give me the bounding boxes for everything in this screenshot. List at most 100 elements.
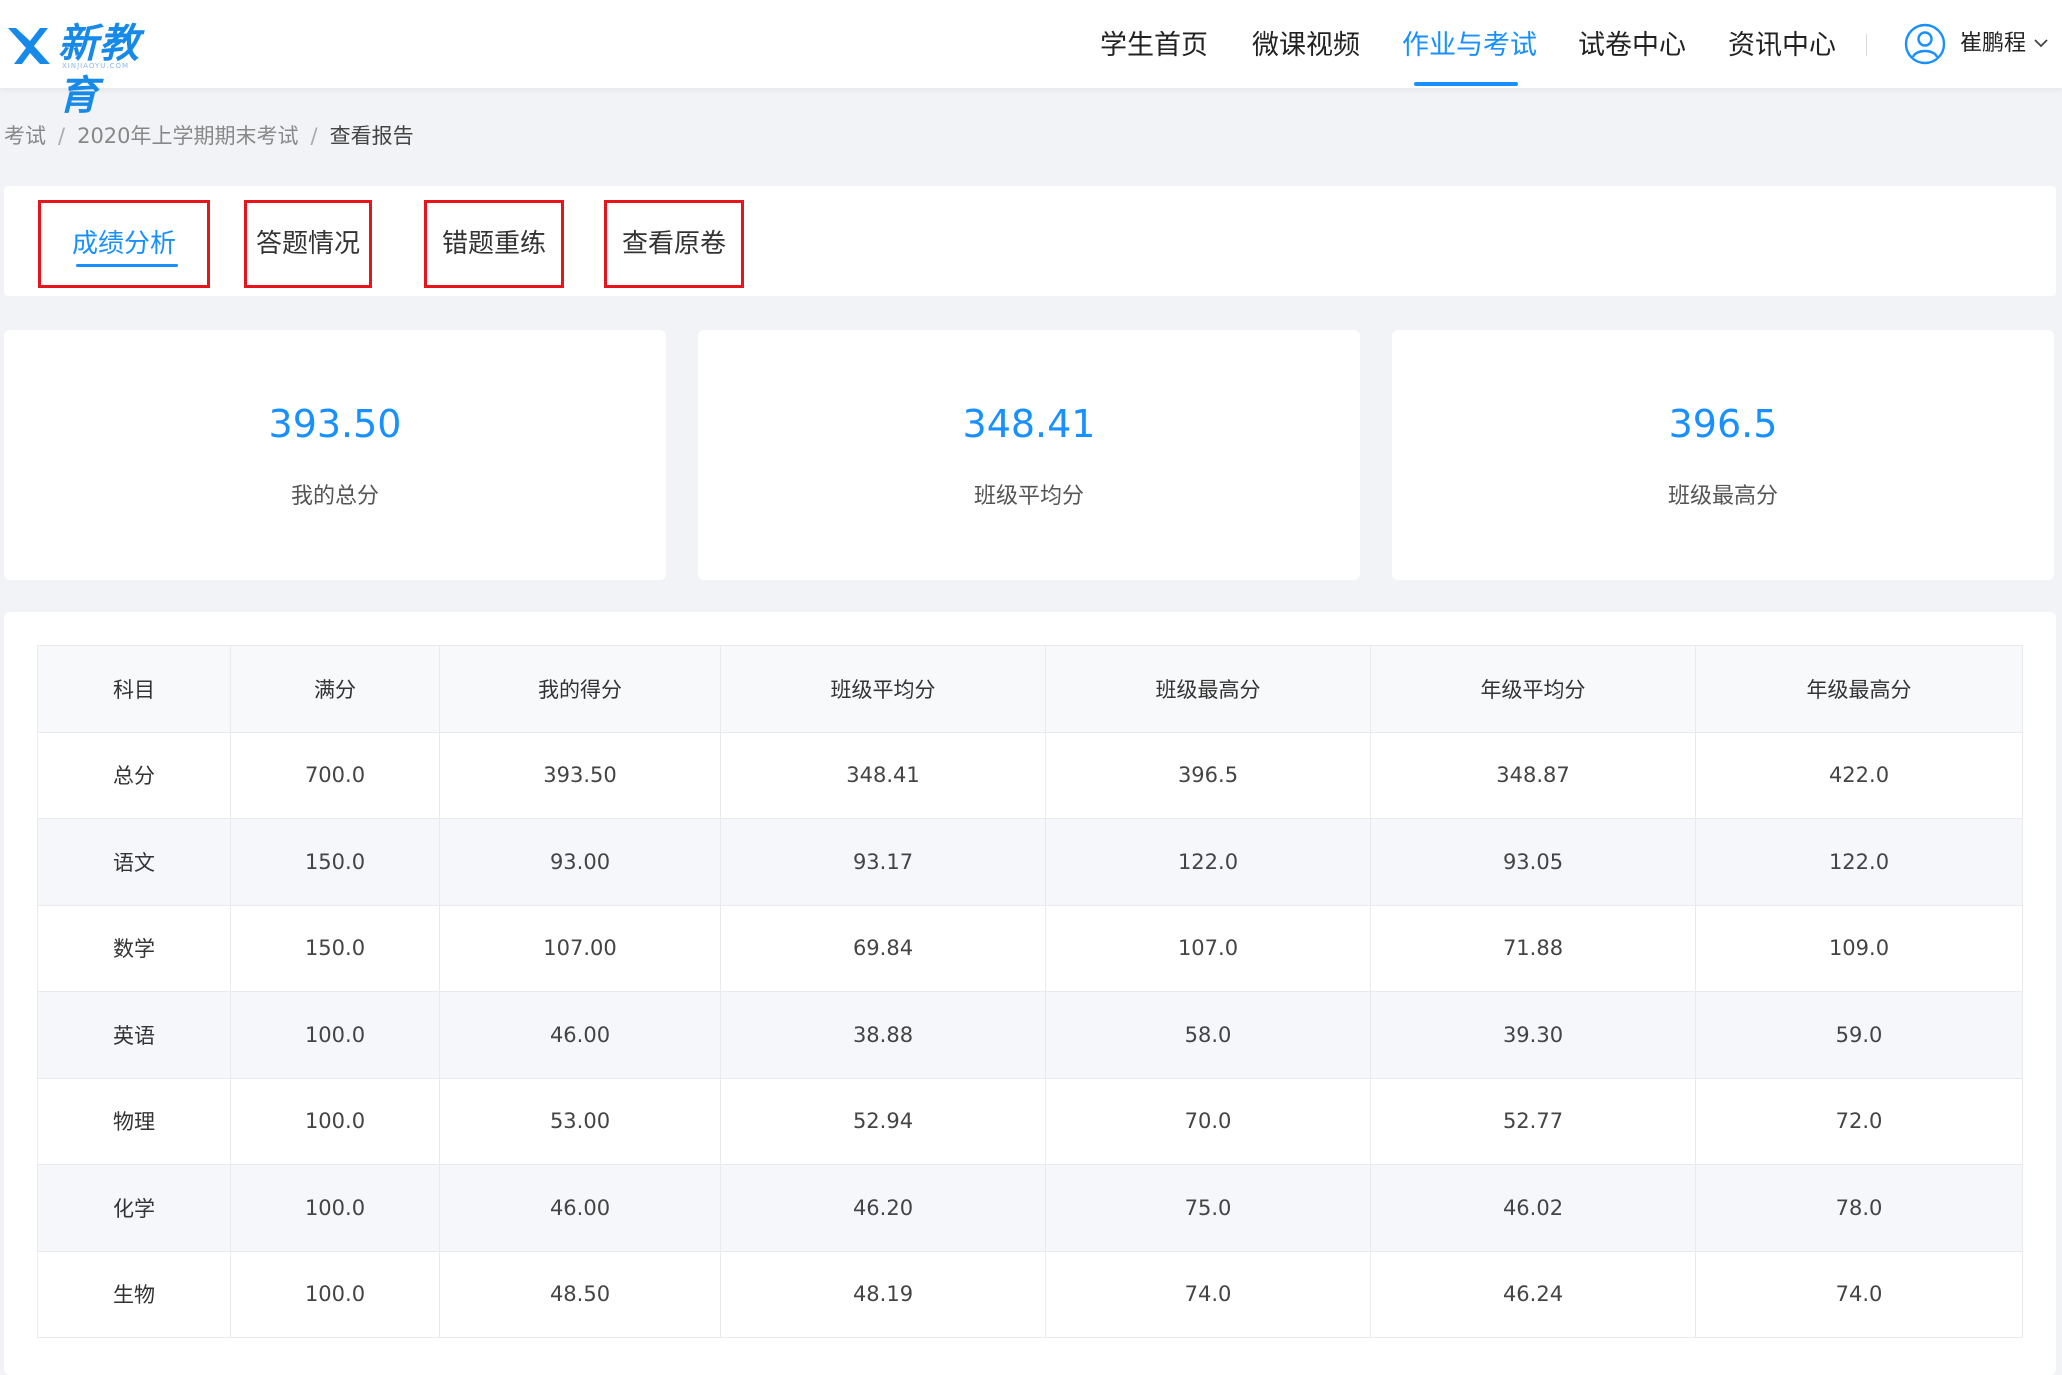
table-row: 总分 700.0 393.50 348.41 396.5 348.87 422.0 xyxy=(37,731,2023,819)
score-cell: 75.0 xyxy=(1045,1164,1371,1252)
nav-divider xyxy=(1866,34,1867,56)
table-body: 总分 700.0 393.50 348.41 396.5 348.87 422.0 语文 150… xyxy=(37,731,2023,1338)
stat-card-class-average: 348.41 班级平均分 xyxy=(698,330,1360,580)
nav-active-indicator xyxy=(1414,82,1518,86)
stat-value: 393.50 xyxy=(268,402,402,446)
tab-view-paper[interactable]: 查看原卷 xyxy=(604,200,744,288)
score-cell: 52.94 xyxy=(720,1077,1046,1165)
score-cell: 38.88 xyxy=(720,991,1046,1079)
score-cell: 107.0 xyxy=(1045,904,1371,992)
column-header: 科目 xyxy=(37,645,231,733)
stat-card-my-total: 393.50 我的总分 xyxy=(4,330,666,580)
score-cell: 70.0 xyxy=(1045,1077,1371,1165)
score-cell: 109.0 xyxy=(1695,904,2023,992)
score-cell: 93.05 xyxy=(1370,818,1696,906)
score-cell: 348.41 xyxy=(720,731,1046,819)
nav-homework-exam[interactable]: 作业与考试 xyxy=(1402,0,1537,88)
score-cell: 78.0 xyxy=(1695,1164,2023,1252)
tab-label: 查看原卷 xyxy=(621,229,726,259)
logo-mark-icon xyxy=(8,28,50,64)
column-header: 年级最高分 xyxy=(1695,645,2023,733)
report-tabs: 成绩分析 答题情况 错题重练 查看原卷 xyxy=(4,186,2056,296)
tab-active-indicator xyxy=(76,264,178,267)
table-header-row: 科目 满分 我的得分 班级平均分 班级最高分 年级平均分 年级最高分 xyxy=(37,645,2023,733)
score-table-panel: 科目 满分 我的得分 班级平均分 班级最高分 年级平均分 年级最高分 总分 700… xyxy=(4,612,2056,1375)
stat-value: 396.5 xyxy=(1668,402,1778,446)
tab-label: 成绩分析 xyxy=(71,229,176,259)
tab-label: 答题情况 xyxy=(255,229,360,259)
table-row: 英语 100.0 46.00 38.88 58.0 39.30 59.0 xyxy=(37,991,2023,1079)
tab-answer-status[interactable]: 答题情况 xyxy=(244,200,372,288)
score-cell: 74.0 xyxy=(1045,1250,1371,1338)
score-cell: 39.30 xyxy=(1370,991,1696,1079)
subject-cell: 英语 xyxy=(37,991,231,1079)
score-cell: 69.84 xyxy=(720,904,1046,992)
score-cell: 100.0 xyxy=(230,1250,440,1338)
site-logo[interactable]: 新教育 XINJIAOYU.COM xyxy=(4,18,174,119)
top-header: 新教育 XINJIAOYU.COM 学生首页 微课视频 作业与考试 试卷中心 资… xyxy=(0,0,2062,119)
breadcrumb-separator: / xyxy=(58,124,66,148)
score-cell: 71.88 xyxy=(1370,904,1696,992)
column-header: 我的得分 xyxy=(439,645,721,733)
subject-cell: 数学 xyxy=(37,904,231,992)
stat-value: 348.41 xyxy=(962,402,1096,446)
score-cell: 348.87 xyxy=(1370,731,1696,819)
table-row: 语文 150.0 93.00 93.17 122.0 93.05 122.0 xyxy=(37,818,2023,906)
score-cell: 396.5 xyxy=(1045,731,1371,819)
logo-text: 新教育 xyxy=(58,21,140,119)
nav-student-home[interactable]: 学生首页 xyxy=(1100,0,1208,88)
score-cell: 59.0 xyxy=(1695,991,2023,1079)
nav-micro-video[interactable]: 微课视频 xyxy=(1252,0,1360,88)
score-cell: 52.77 xyxy=(1370,1077,1696,1165)
score-cell: 46.00 xyxy=(439,1164,721,1252)
breadcrumb: 考试 / 2020年上学期期末考试 / 查看报告 xyxy=(4,118,414,154)
user-avatar-icon xyxy=(1904,23,1946,65)
stat-label: 我的总分 xyxy=(290,484,379,509)
nav-paper-center[interactable]: 试卷中心 xyxy=(1578,0,1686,88)
score-cell: 48.50 xyxy=(439,1250,721,1338)
score-cell: 93.00 xyxy=(439,818,721,906)
score-cell: 46.00 xyxy=(439,991,721,1079)
score-cell: 46.24 xyxy=(1370,1250,1696,1338)
column-header: 班级最高分 xyxy=(1045,645,1371,733)
breadcrumb-item-exam-name[interactable]: 2020年上学期期末考试 xyxy=(77,124,298,148)
score-cell: 122.0 xyxy=(1695,818,2023,906)
score-table: 科目 满分 我的得分 班级平均分 班级最高分 年级平均分 年级最高分 总分 700… xyxy=(37,645,2023,1338)
score-cell: 150.0 xyxy=(230,818,440,906)
score-cell: 72.0 xyxy=(1695,1077,2023,1165)
score-cell: 93.17 xyxy=(720,818,1046,906)
tab-label: 错题重练 xyxy=(441,229,546,259)
column-header: 班级平均分 xyxy=(720,645,1046,733)
nav-news-center[interactable]: 资讯中心 xyxy=(1728,0,1836,88)
stat-card-class-highest: 396.5 班级最高分 xyxy=(1392,330,2054,580)
subject-cell: 总分 xyxy=(37,731,231,819)
score-cell: 393.50 xyxy=(439,731,721,819)
score-cell: 100.0 xyxy=(230,991,440,1079)
user-name: 崔鹏程 xyxy=(1960,31,2027,56)
score-cell: 46.02 xyxy=(1370,1164,1696,1252)
table-row: 数学 150.0 107.00 69.84 107.0 71.88 109.0 xyxy=(37,904,2023,992)
table-row: 物理 100.0 53.00 52.94 70.0 52.77 72.0 xyxy=(37,1077,2023,1165)
subject-cell: 化学 xyxy=(37,1164,231,1252)
subject-cell: 语文 xyxy=(37,818,231,906)
score-cell: 700.0 xyxy=(230,731,440,819)
score-cell: 100.0 xyxy=(230,1077,440,1165)
score-cell: 100.0 xyxy=(230,1164,440,1252)
score-cell: 422.0 xyxy=(1695,731,2023,819)
score-cell: 107.00 xyxy=(439,904,721,992)
score-cell: 48.19 xyxy=(720,1250,1046,1338)
breadcrumb-separator: / xyxy=(310,124,318,148)
logo-subtext: XINJIAOYU.COM xyxy=(62,62,130,70)
column-header: 年级平均分 xyxy=(1370,645,1696,733)
score-cell: 122.0 xyxy=(1045,818,1371,906)
score-cell: 74.0 xyxy=(1695,1250,2023,1338)
score-cell: 53.00 xyxy=(439,1077,721,1165)
tab-score-analysis[interactable]: 成绩分析 xyxy=(38,200,210,288)
column-header: 满分 xyxy=(230,645,440,733)
subject-cell: 物理 xyxy=(37,1077,231,1165)
tab-wrong-practice[interactable]: 错题重练 xyxy=(424,200,564,288)
chevron-down-icon xyxy=(2034,39,2048,48)
breadcrumb-item-exam[interactable]: 考试 xyxy=(4,124,46,148)
stat-label: 班级平均分 xyxy=(973,484,1084,509)
table-row: 生物 100.0 48.50 48.19 74.0 46.24 74.0 xyxy=(37,1250,2023,1338)
